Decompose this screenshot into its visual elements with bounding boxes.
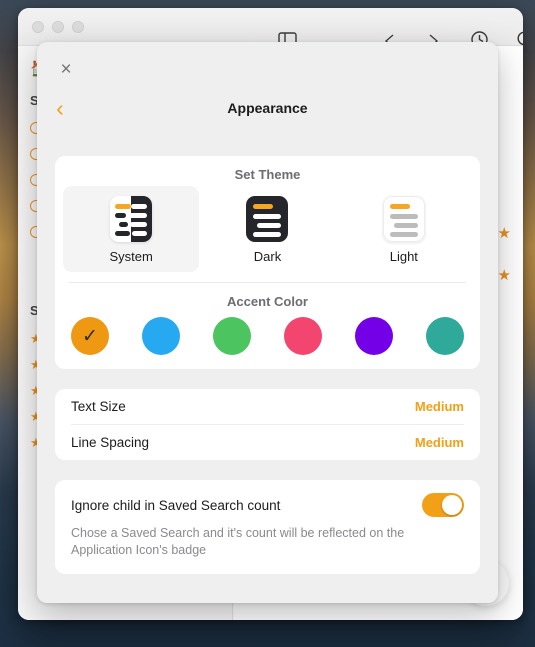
accent-color-heading: Accent Color (227, 294, 308, 309)
ignore-child-label: Ignore child in Saved Search count (71, 497, 281, 513)
theme-option-dark[interactable]: Dark (199, 186, 335, 272)
line-spacing-label: Line Spacing (71, 435, 150, 450)
set-theme-heading: Set Theme (234, 167, 301, 182)
back-button[interactable]: ‹ (45, 93, 75, 123)
star-icon: ★ (497, 225, 511, 242)
text-size-row[interactable]: Text Size Medium (55, 389, 480, 424)
accent-swatch-green[interactable] (213, 317, 251, 355)
text-size-value[interactable]: Medium (415, 399, 464, 414)
theme-option-light[interactable]: Light (336, 186, 472, 272)
text-settings-card: Text Size Medium Line Spacing Medium (55, 389, 480, 460)
zoom-window-button[interactable] (72, 21, 84, 33)
minimize-window-button[interactable] (52, 21, 64, 33)
theme-option-label: System (109, 249, 153, 264)
accent-swatch-pink[interactable] (284, 317, 322, 355)
star-icon: ★ (497, 267, 511, 284)
saved-search-toggle-card: Ignore child in Saved Search count Chose… (55, 480, 480, 574)
line-spacing-value[interactable]: Medium (415, 435, 464, 450)
traffic-light-buttons[interactable] (32, 21, 84, 33)
check-icon: ✓ (82, 325, 98, 347)
ignore-child-description: Chose a Saved Search and it's count will… (71, 526, 405, 557)
window-titlebar (18, 8, 523, 48)
accent-swatch-purple[interactable] (355, 317, 393, 355)
toggle-header: Ignore child in Saved Search count (71, 493, 464, 517)
line-spacing-row[interactable]: Line Spacing Medium (55, 425, 480, 460)
close-window-button[interactable] (32, 21, 44, 33)
page-title: Appearance (227, 100, 308, 116)
content-star-markers: ★ ★ (498, 224, 511, 284)
desktop-wallpaper: 🏠 S S ★ ★ ★ ★ ★ ★ ★ + × ‹ Appearance (0, 0, 535, 647)
accent-swatch-blue[interactable] (142, 317, 180, 355)
accent-swatch-orange[interactable]: ✓ (71, 317, 109, 355)
dialog-body: Set Theme System Dark Light Accent Color… (37, 134, 498, 603)
ignore-child-toggle[interactable] (422, 493, 464, 517)
dialog-navbar: ‹ Appearance (37, 86, 498, 130)
theme-system-icon (110, 196, 153, 242)
theme-light-icon (382, 196, 425, 242)
theme-option-label: Dark (253, 249, 282, 264)
theme-option-system[interactable]: System (63, 186, 200, 272)
accent-swatch-teal[interactable] (426, 317, 464, 355)
theme-option-label: Light (389, 249, 418, 264)
toggle-knob (442, 495, 462, 515)
appearance-settings-dialog: × ‹ Appearance Set Theme System Dark Lig… (37, 42, 498, 603)
appearance-card: Set Theme System Dark Light Accent Color… (55, 156, 480, 369)
close-dialog-button[interactable]: × (53, 56, 79, 82)
theme-options: System Dark Light (55, 186, 480, 282)
accent-color-options: ✓ (55, 313, 480, 369)
theme-dark-icon (246, 196, 289, 242)
text-size-label: Text Size (71, 399, 126, 414)
